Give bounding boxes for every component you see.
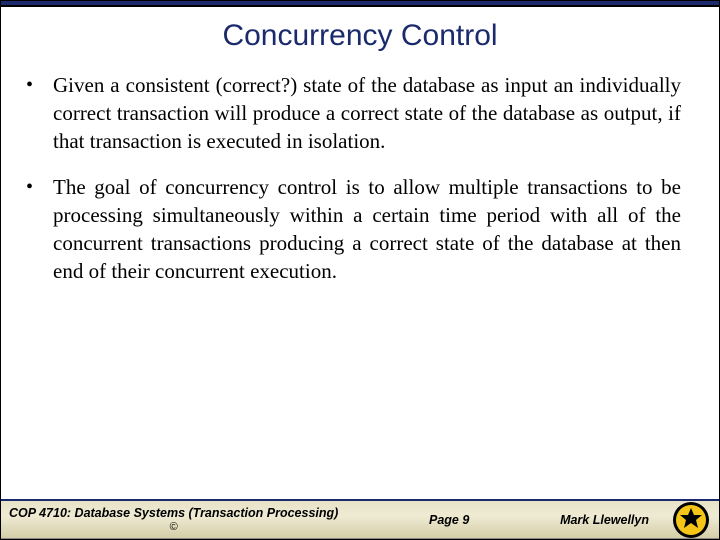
slide-title: Concurrency Control: [1, 19, 719, 53]
footer-author: Mark Llewellyn: [560, 513, 649, 527]
bullet-item: • Given a consistent (correct?) state of…: [23, 71, 681, 155]
bullet-marker: •: [23, 173, 53, 201]
slide-footer: COP 4710: Database Systems (Transaction …: [1, 499, 719, 539]
footer-course: COP 4710: Database Systems (Transaction …: [1, 506, 338, 534]
slide: Concurrency Control • Given a consistent…: [0, 0, 720, 540]
bullet-item: • The goal of concurrency control is to …: [23, 173, 681, 285]
bullet-marker: •: [23, 71, 53, 99]
ucf-logo-icon: [671, 500, 711, 540]
footer-copyright: ©: [9, 520, 338, 534]
bullet-text: Given a consistent (correct?) state of t…: [53, 71, 681, 155]
top-accent-bar: [1, 1, 719, 7]
footer-course-text: COP 4710: Database Systems (Transaction …: [9, 506, 338, 520]
slide-content: • Given a consistent (correct?) state of…: [1, 71, 719, 499]
bullet-text: The goal of concurrency control is to al…: [53, 173, 681, 285]
footer-page: Page 9: [429, 513, 469, 527]
